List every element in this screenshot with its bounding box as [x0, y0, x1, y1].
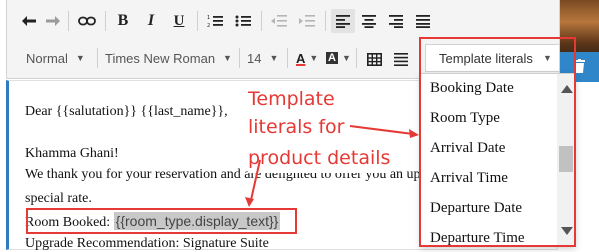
font-family-dropdown[interactable]: Times New Roman ▼: [105, 46, 232, 70]
toolbar-separator: [197, 11, 198, 31]
body-line-continued: special rate.: [25, 191, 92, 206]
align-justify-icon[interactable]: [413, 9, 433, 33]
list-item-arrival-date[interactable]: Arrival Date: [430, 140, 505, 157]
ordered-list-icon[interactable]: 12: [205, 9, 225, 33]
upgrade-line: Upgrade Recommendation: Signature Suite: [25, 236, 269, 251]
list-item-room-type[interactable]: Room Type: [430, 110, 500, 127]
scroll-up-icon[interactable]: [561, 85, 573, 93]
bullet-list-icon[interactable]: [233, 9, 253, 33]
undo-icon[interactable]: [19, 9, 39, 33]
dropdown-scrollbar[interactable]: [557, 74, 575, 246]
editor-toolbar: B I U 12 Normal ▼ Times New Roman ▼ 14 ▼…: [6, 0, 560, 79]
indent-icon[interactable]: [297, 9, 317, 33]
annotation-line-2: literals for: [248, 113, 345, 142]
template-literals-dropdown[interactable]: Template literals ▼: [425, 44, 560, 72]
list-item-arrival-time[interactable]: Arrival Time: [430, 170, 508, 187]
svg-text:2: 2: [207, 23, 210, 28]
toolbar-separator: [97, 48, 98, 68]
room-booked-highlight-box: [26, 208, 297, 234]
list-item-departure-time[interactable]: Departure Time: [430, 230, 525, 246]
underline-button[interactable]: U: [169, 9, 189, 33]
chevron-down-icon: ▼: [309, 53, 319, 63]
toolbar-separator: [105, 11, 106, 31]
highlight-color-dropdown[interactable]: A ▼: [326, 46, 351, 70]
scrollbar-thumb[interactable]: [559, 146, 573, 172]
list-item-departure-date[interactable]: Departure Date: [430, 200, 522, 217]
toolbar-separator: [261, 11, 262, 31]
toolbar-row-formatting: B I U 12: [7, 6, 559, 36]
outdent-icon[interactable]: [269, 9, 289, 33]
annotation-line-1: Template: [248, 85, 335, 114]
chevron-down-icon: ▼: [75, 53, 85, 63]
toolbar-separator: [239, 48, 240, 68]
link-icon[interactable]: [76, 9, 98, 33]
font-color-icon: A: [296, 50, 306, 66]
annotation-line-3: product details: [248, 144, 391, 173]
template-literals-label: Template literals: [439, 50, 533, 66]
align-center-icon[interactable]: [359, 9, 379, 33]
font-size-dropdown[interactable]: 14 ▼: [247, 46, 278, 70]
paragraph-style-dropdown[interactable]: Normal ▼: [26, 46, 85, 70]
font-size-label: 14: [247, 50, 262, 66]
toolbar-separator: [68, 11, 69, 31]
toolbar-row-styles: Normal ▼ Times New Roman ▼ 14 ▼ A ▼ A ▼: [7, 44, 560, 72]
font-color-dropdown[interactable]: A ▼: [296, 46, 318, 70]
italic-button[interactable]: I: [141, 9, 161, 33]
greeting-line: Dear {{salutation}} {{last_name}},: [25, 104, 228, 119]
font-family-label: Times New Roman: [105, 50, 216, 66]
list-item-booking-date[interactable]: Booking Date: [430, 80, 514, 97]
trash-icon[interactable]: [574, 59, 585, 73]
align-left-icon[interactable]: [331, 9, 355, 33]
redo-icon[interactable]: [43, 9, 63, 33]
chevron-down-icon: ▼: [269, 53, 279, 63]
chevron-down-icon: ▼: [542, 53, 552, 63]
table-icon[interactable]: [363, 47, 385, 71]
line-height-icon[interactable]: [390, 47, 412, 71]
bold-button[interactable]: B: [113, 9, 133, 33]
scroll-down-icon[interactable]: [561, 227, 573, 235]
svg-text:1: 1: [207, 15, 210, 21]
chevron-down-icon: ▼: [341, 53, 351, 63]
chevron-down-icon: ▼: [223, 53, 232, 63]
highlight-color-icon: A: [326, 52, 338, 64]
welcome-line: Khamma Ghani!: [25, 146, 119, 161]
toolbar-separator: [325, 11, 326, 31]
template-literals-list[interactable]: Booking Date Room Type Arrival Date Arri…: [420, 73, 576, 247]
align-right-icon[interactable]: [386, 9, 406, 33]
toolbar-separator: [287, 48, 288, 68]
toolbar-separator: [356, 48, 357, 68]
paragraph-style-label: Normal: [26, 50, 68, 66]
